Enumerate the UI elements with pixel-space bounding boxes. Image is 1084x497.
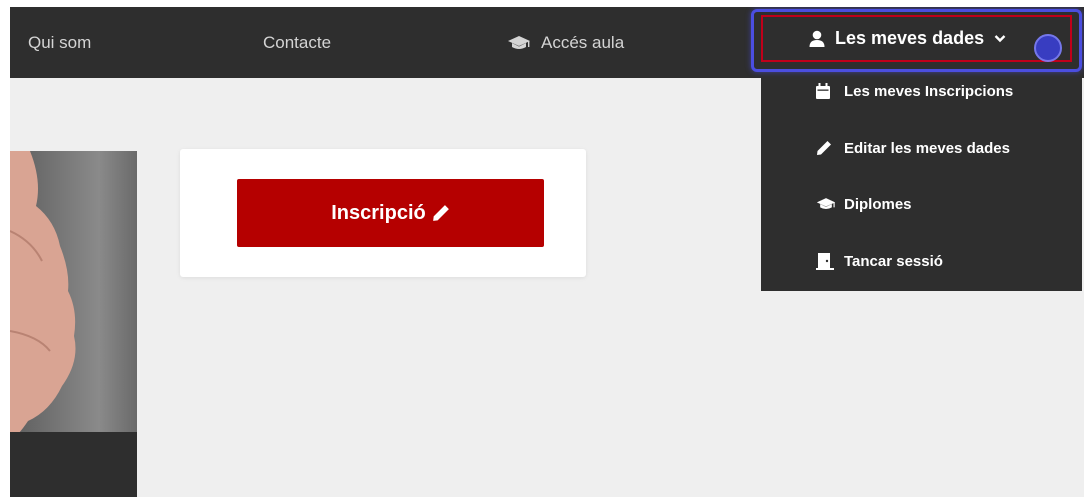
nav-item-label: Accés aula [541, 32, 625, 52]
mouse-cursor-indicator [1034, 34, 1062, 62]
nav-item-label: Qui som [28, 32, 92, 52]
user-dropdown-menu: Les meves Inscripcions Editar les meves … [761, 78, 1082, 291]
nav-item-acces-aula[interactable]: Accés aula [507, 7, 624, 78]
user-icon [809, 30, 825, 47]
page-viewport: Qui som Contacte Accés aula Les meves da… [10, 7, 1084, 497]
calendar-icon [816, 83, 844, 99]
pencil-icon [816, 140, 844, 156]
nav-item-qui-som[interactable]: Qui som [28, 7, 91, 78]
chevron-down-icon [994, 34, 1006, 43]
top-navbar: Qui som Contacte Accés aula Les meves da… [10, 7, 1084, 78]
inscripcio-label: Inscripció [331, 201, 426, 224]
menu-item-label: Tancar sessió [844, 252, 943, 270]
menu-item-inscripcions[interactable]: Les meves Inscripcions [816, 79, 1013, 103]
graduation-cap-icon [507, 35, 531, 51]
menu-item-label: Les meves Inscripcions [844, 82, 1014, 100]
menu-item-tancar-sessio[interactable]: Tancar sessió [816, 249, 943, 273]
door-icon [816, 252, 844, 270]
menu-item-label: Editar les meves dades [844, 139, 1010, 157]
inscripcio-button[interactable]: Inscripció [237, 179, 544, 247]
menu-item-diplomes[interactable]: Diplomes [816, 192, 912, 216]
menu-item-label: Diplomes [844, 195, 912, 213]
nav-item-label: Contacte [263, 32, 332, 52]
pencil-icon [432, 204, 450, 222]
menu-item-editar-dades[interactable]: Editar les meves dades [816, 136, 1010, 160]
photo-caption-bar [10, 432, 137, 497]
inscription-card: Inscripció [180, 149, 586, 277]
nav-item-contacte[interactable]: Contacte [263, 7, 331, 78]
user-menu-button[interactable]: Les meves dades [761, 15, 1072, 62]
graduation-cap-icon [816, 197, 844, 211]
user-menu-label: Les meves dades [835, 28, 985, 48]
